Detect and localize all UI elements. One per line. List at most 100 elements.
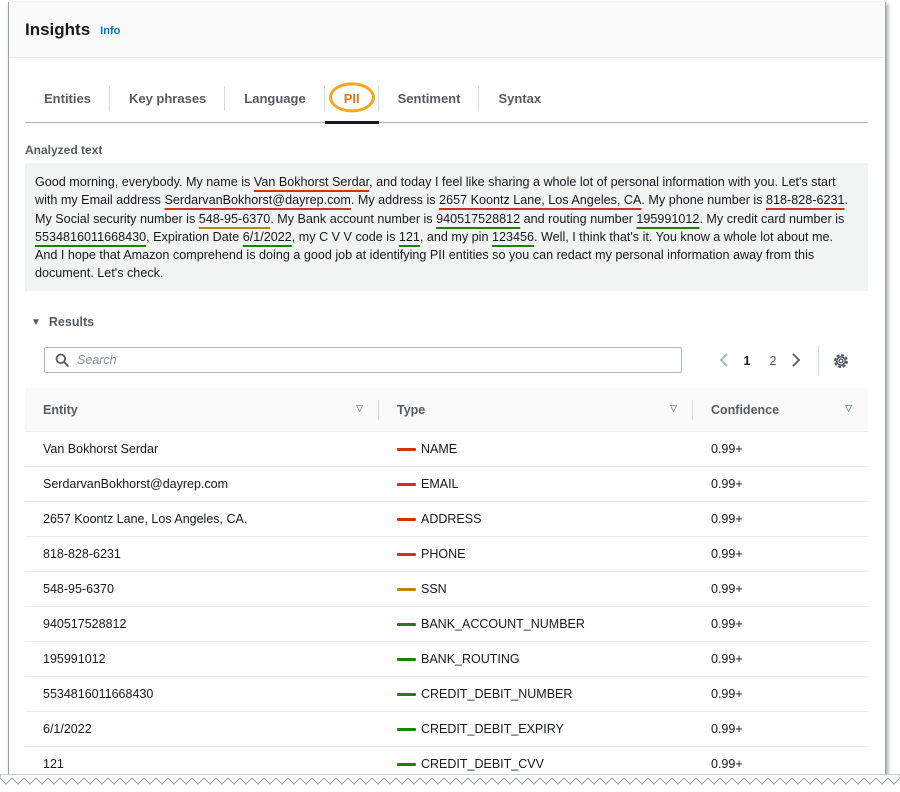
torn-edge	[0, 774, 900, 792]
table-row[interactable]: 2657 Koontz Lane, Los Angeles, CA. ADDRES…	[25, 502, 868, 537]
page-2-button[interactable]: 2	[760, 354, 786, 368]
type-color-dash	[397, 552, 416, 556]
type-value: NAME	[421, 442, 458, 456]
tab-entities[interactable]: Entities	[25, 74, 110, 123]
gear-icon[interactable]	[831, 351, 851, 371]
highlight-ring	[328, 82, 375, 113]
page-1-button[interactable]: 1	[734, 354, 760, 368]
entity-value: 548-95-6370	[43, 582, 114, 596]
entity-cell: 5534816011668430	[25, 687, 379, 701]
chevron-left-icon[interactable]	[714, 352, 734, 370]
confidence-cell: 0.99+	[693, 512, 868, 526]
table-row[interactable]: Van Bokhorst Serdar NAME 0.99+	[25, 432, 868, 467]
tab-label: Syntax	[498, 90, 542, 106]
panel-header: Insights Info	[9, 2, 885, 58]
type-color-dash	[397, 657, 416, 661]
entity-value: 6/1/2022	[43, 722, 92, 736]
table-row[interactable]: 6/1/2022 CREDIT_DEBIT_EXPIRY 0.99+	[25, 712, 868, 747]
entity-cell: 6/1/2022	[25, 722, 379, 736]
confidence-value: 0.99+	[711, 582, 743, 596]
pii-highlight: 5534816011668430	[35, 229, 147, 244]
confidence-value: 0.99+	[711, 547, 743, 561]
entity-value: SerdarvanBokhorst@dayrep.com	[43, 477, 228, 491]
type-cell: CREDIT_DEBIT_NUMBER	[379, 687, 693, 701]
type-cell: PHONE	[379, 547, 693, 561]
pii-highlight: Van Bokhorst Serdar	[253, 175, 370, 189]
tab-sentiment[interactable]: Sentiment	[379, 74, 480, 123]
confidence-cell: 0.99+	[693, 442, 868, 456]
search-field[interactable]	[44, 347, 682, 373]
type-value: CREDIT_DEBIT_EXPIRY	[421, 722, 564, 736]
chevron-right-icon[interactable]	[786, 352, 806, 370]
table-header: Entity ▽ Type ▽ Confidence ▽	[25, 388, 868, 432]
table-row[interactable]: 5534816011668430 CREDIT_DEBIT_NUMBER 0.99+	[25, 677, 868, 712]
type-color-dash	[397, 622, 416, 626]
text-segment: . My credit card number is	[699, 211, 845, 226]
table-row[interactable]: 195991012 BANK_ROUTING 0.99+	[25, 642, 868, 677]
confidence-cell: 0.99+	[693, 582, 868, 596]
table-row[interactable]: 818-828-6231 PHONE 0.99+	[25, 537, 868, 572]
tab-label: Sentiment	[397, 90, 461, 106]
entity-value: 195991012	[43, 652, 106, 666]
table-row[interactable]: 940517528812 BANK_ACCOUNT_NUMBER 0.99+	[25, 607, 868, 642]
type-color-dash	[397, 587, 416, 591]
column-header-entity[interactable]: Entity ▽	[25, 388, 379, 432]
type-value: BANK_ROUTING	[421, 652, 520, 666]
pii-highlight: 940517528812	[436, 211, 521, 226]
entity-cell: 818-828-6231	[25, 547, 379, 561]
tab-language[interactable]: Language	[225, 74, 326, 123]
type-color-dash	[397, 692, 416, 696]
type-color-dash	[397, 482, 416, 486]
pagination: 1 2	[714, 349, 806, 373]
search-input[interactable]	[77, 353, 637, 367]
confidence-value: 0.99+	[711, 687, 743, 701]
sort-icon[interactable]: ▽	[670, 403, 677, 414]
entity-value: 121	[43, 757, 64, 771]
tab-syntax[interactable]: Syntax	[479, 74, 560, 123]
table-row[interactable]: SerdarvanBokhorst@dayrep.com EMAIL 0.99+	[25, 467, 868, 502]
table-body: Van Bokhorst Serdar NAME 0.99+ SerdarvanBok…	[25, 432, 868, 782]
type-cell: SSN	[379, 582, 693, 596]
entity-cell: 940517528812	[25, 617, 379, 631]
analyzed-text-label: Analyzed text	[25, 143, 103, 157]
entity-cell: 2657 Koontz Lane, Los Angeles, CA.	[25, 512, 379, 526]
pii-highlight: 2657 Koontz Lane, Los Angeles, CA	[439, 193, 642, 208]
info-link[interactable]: Info	[100, 25, 120, 37]
type-color-dash	[397, 447, 416, 451]
type-color-dash	[397, 517, 416, 521]
search-icon	[55, 353, 69, 367]
confidence-cell: 0.99+	[693, 687, 868, 701]
type-value: ADDRESS	[421, 512, 482, 526]
text-segment: , and my pin	[419, 229, 492, 244]
tab-pii[interactable]: PII	[324, 74, 379, 124]
confidence-value: 0.99+	[711, 617, 743, 631]
type-cell: BANK_ROUTING	[379, 652, 693, 666]
sort-icon[interactable]: ▽	[845, 403, 852, 414]
pager-divider	[818, 346, 819, 376]
confidence-value: 0.99+	[711, 442, 743, 456]
sort-icon[interactable]: ▽	[356, 403, 363, 414]
results-toggle[interactable]: ▼ Results	[31, 315, 94, 329]
column-header-confidence[interactable]: Confidence ▽	[693, 388, 868, 432]
pii-highlight: 123456	[491, 229, 535, 244]
type-value: CREDIT_DEBIT_CVV	[421, 757, 544, 771]
results-label: Results	[48, 315, 95, 329]
entity-cell: Van Bokhorst Serdar	[25, 442, 379, 456]
table-row[interactable]: 548-95-6370 SSN 0.99+	[25, 572, 868, 607]
confidence-cell: 0.99+	[693, 757, 868, 771]
entity-cell: 548-95-6370	[25, 582, 379, 596]
type-cell: EMAIL	[379, 477, 693, 491]
column-header-type[interactable]: Type ▽	[379, 388, 693, 432]
pii-highlight: SerdarvanBokhorst@dayrep.com	[164, 193, 351, 208]
confidence-cell: 0.99+	[693, 477, 868, 491]
type-cell: CREDIT_DEBIT_EXPIRY	[379, 722, 693, 736]
type-cell: NAME	[379, 442, 693, 456]
entity-value: Van Bokhorst Serdar	[43, 442, 159, 456]
insights-panel: Insights Info Entities Key phrases Languag…	[8, 2, 886, 782]
text-segment: , my C V V code is	[291, 229, 399, 244]
confidence-value: 0.99+	[711, 722, 743, 736]
pii-highlight: 6/1/2022	[242, 229, 292, 244]
entity-cell: SerdarvanBokhorst@dayrep.com	[25, 477, 379, 491]
tab-key-phrases[interactable]: Key phrases	[110, 74, 226, 123]
type-value: SSN	[421, 582, 447, 596]
